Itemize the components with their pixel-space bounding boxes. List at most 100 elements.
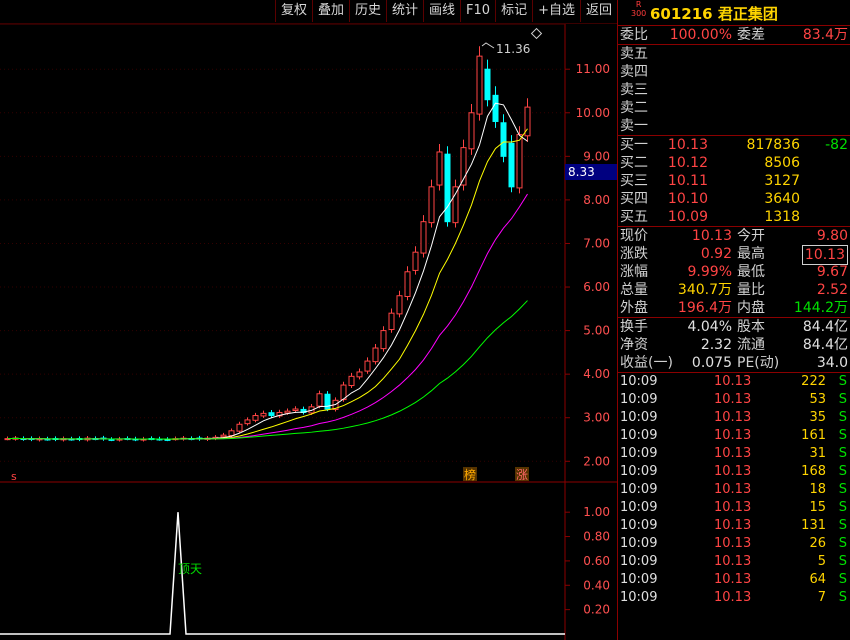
buy-level-label: 买四 (620, 191, 648, 207)
price-tick-label: 11.00 (576, 62, 610, 76)
candle-body[interactable] (220, 434, 227, 438)
candle-body[interactable] (316, 393, 323, 407)
candle-body[interactable] (508, 142, 515, 188)
tick-row: 10:09 10.13 64 S (618, 571, 850, 589)
indicator-signal-label: 顶天 (178, 562, 202, 576)
candle-body[interactable] (348, 375, 355, 387)
high-price-arrow (481, 42, 495, 49)
sell-level-label: 卖三 (620, 82, 648, 98)
stat-value: 0.92 (700, 246, 732, 262)
mark-button[interactable]: 标记 (495, 0, 532, 22)
candle-body[interactable] (476, 55, 483, 115)
stat-label: 涨幅 (620, 264, 648, 280)
candle-body[interactable] (372, 347, 379, 363)
candle-body[interactable] (444, 153, 451, 223)
candle-body[interactable] (228, 430, 235, 436)
kline-chart-area[interactable]: 11.00 10.00 9.00 8.00 7.00 6.00 5.00 4.00 3.00 2.… (0, 0, 617, 640)
buy-level-row: 买五 10.09 1318 (618, 208, 850, 226)
stat-value-2: 9.67 (816, 264, 848, 280)
candle-body[interactable] (436, 151, 443, 186)
buy-level-row: 买一 10.13 817836 -82 (618, 136, 850, 154)
tick-side: S (838, 554, 847, 569)
buy-level-volume: 3640 (764, 191, 800, 207)
zhang-marker: 涨 (516, 467, 528, 482)
price-stat-row: 外盘 196.4万 内盘 144.2万 (618, 299, 850, 317)
tick-row: 10:09 10.13 161 S (618, 427, 850, 445)
add-watchlist-button[interactable]: +自选 (532, 0, 580, 22)
back-button[interactable]: 返回 (579, 0, 617, 22)
tick-list[interactable]: 10:09 10.13 222 S 10:09 10.13 53 S 10:09 10.13 35 S… (618, 373, 850, 607)
tick-time: 10:09 (620, 374, 658, 389)
tick-volume: 131 (801, 518, 826, 533)
sub-tick-label: 0.60 (583, 554, 610, 568)
tick-volume: 7 (817, 590, 826, 605)
tick-volume: 18 (809, 482, 826, 497)
price-stat-row: 现价 10.13 今开 9.80 (618, 227, 850, 245)
tick-volume: 222 (801, 374, 826, 389)
finance-label-2: 股本 (737, 319, 765, 335)
rating-badge: R 300 (631, 0, 647, 18)
tick-time: 10:09 (620, 392, 658, 407)
overlay-button[interactable]: 叠加 (311, 0, 349, 22)
ma60-line (7, 300, 528, 440)
candle-body[interactable] (268, 412, 275, 417)
stat-label: 涨跌 (620, 246, 648, 262)
finance-value-2: 34.0 (816, 355, 848, 371)
buy-level-label: 买五 (620, 209, 648, 225)
candle-body[interactable] (364, 360, 371, 372)
tick-volume: 168 (801, 464, 826, 479)
price-tick-label: 2.00 (583, 454, 610, 468)
tick-volume: 5 (817, 554, 826, 569)
f10-button[interactable]: F10 (460, 0, 495, 22)
price-tick-label: 5.00 (583, 324, 610, 338)
candle-body[interactable] (244, 419, 251, 425)
tick-side: S (838, 572, 847, 587)
candle-body[interactable] (108, 438, 115, 441)
kline-chart[interactable]: 11.00 10.00 9.00 8.00 7.00 6.00 5.00 4.00 3.00 2.… (0, 0, 617, 640)
tick-time: 10:09 (620, 572, 658, 587)
candle-body[interactable] (252, 415, 259, 421)
candle-body[interactable] (500, 122, 507, 157)
candle-body[interactable] (452, 186, 459, 224)
candle-body[interactable] (388, 312, 395, 331)
tick-volume: 26 (809, 536, 826, 551)
finance-label: 净资 (620, 337, 648, 353)
statistics-button[interactable]: 统计 (386, 0, 423, 22)
tick-time: 10:09 (620, 500, 658, 515)
restore-rights-button[interactable]: 复权 (274, 0, 312, 22)
candle-body[interactable] (292, 408, 299, 412)
price-tick-label: 8.00 (583, 193, 610, 207)
tick-volume: 35 (809, 410, 826, 425)
candle-body[interactable] (380, 330, 387, 350)
price-tick-label: 7.00 (583, 236, 610, 250)
history-button[interactable]: 历史 (348, 0, 386, 22)
tick-volume: 53 (809, 392, 826, 407)
tick-row: 10:09 10.13 131 S (618, 517, 850, 535)
sub-tick-label: 0.20 (583, 603, 610, 617)
candle-body[interactable] (356, 371, 363, 378)
candle-body[interactable] (428, 186, 435, 224)
tick-price: 10.13 (714, 446, 752, 461)
candle-body[interactable] (404, 271, 411, 298)
tick-row: 10:09 10.13 5 S (618, 553, 850, 571)
sub-tick-label: 1.00 (583, 505, 610, 519)
candle-body[interactable] (260, 412, 267, 417)
tick-row: 10:09 10.13 7 S (618, 589, 850, 607)
candle-body[interactable] (396, 295, 403, 315)
price-tick-label: 6.00 (583, 280, 610, 294)
diamond-icon[interactable] (530, 27, 543, 40)
tick-price: 10.13 (714, 500, 752, 515)
candle-body[interactable] (284, 410, 291, 414)
candle-body[interactable] (484, 68, 491, 101)
stock-code-name[interactable]: 601216 君正集团 (650, 3, 778, 24)
candle-body[interactable] (236, 423, 243, 432)
candle-body[interactable] (468, 112, 475, 150)
candle-body[interactable] (412, 251, 419, 271)
candle-body[interactable] (516, 134, 523, 189)
tick-time: 10:09 (620, 410, 658, 425)
sell-level-row: 卖一 (618, 117, 850, 135)
candle-body[interactable] (492, 94, 499, 122)
candle-body[interactable] (420, 221, 427, 254)
sell-level-label: 卖四 (620, 64, 648, 80)
draw-line-button[interactable]: 画线 (423, 0, 460, 22)
